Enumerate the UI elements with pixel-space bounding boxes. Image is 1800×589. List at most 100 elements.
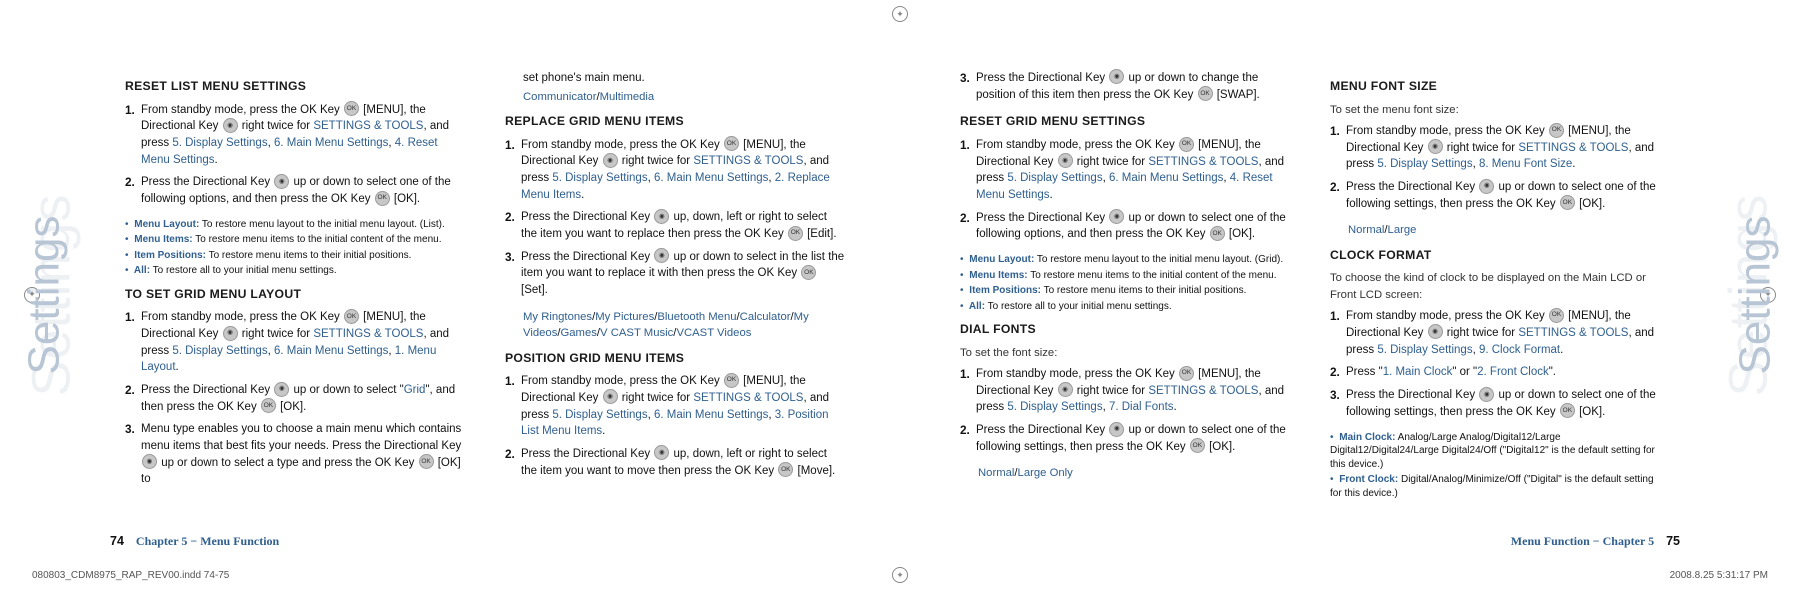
instruction-step: 2.Press the Directional Key ◉ up, down, … [505, 209, 845, 242]
instruction-step: 3.Menu type enables you to choose a main… [125, 421, 465, 488]
page-spread: SettingsSettingsRESET LIST MENU SETTINGS… [0, 0, 1800, 589]
directional-key-icon: ◉ [274, 382, 289, 397]
directional-key-icon: ◉ [274, 174, 289, 189]
instruction-step: 1.From standby mode, press the OK Key OK… [1330, 308, 1660, 358]
step-number: 1. [1330, 308, 1346, 325]
instruction-step: 2.Press the Directional Key ◉ up or down… [125, 174, 465, 207]
menu-path-link: 6. Main Menu Settings [654, 172, 768, 184]
instruction-step: 1.From standby mode, press the OK Key OK… [960, 366, 1290, 416]
ok-key-icon: OK [419, 454, 434, 469]
ok-key-icon: OK [344, 309, 359, 324]
menu-path-link: Grid [404, 384, 426, 396]
step-number: 2. [1330, 364, 1346, 381]
menu-path-link: 5. Display Settings [1007, 172, 1102, 184]
menu-path-link: SETTINGS & TOOLS [1148, 156, 1258, 168]
step-number: 1. [125, 309, 141, 326]
ok-key-icon: OK [261, 398, 276, 413]
ok-key-icon: OK [1560, 403, 1575, 418]
step-number: 2. [505, 446, 521, 463]
instruction-step: 1.From standby mode, press the OK Key OK… [125, 309, 465, 376]
option-bullet: • Front Clock: Digital/Analog/Minimize/O… [1330, 473, 1660, 500]
directional-key-icon: ◉ [654, 445, 669, 460]
instruction-step: 3.Press the Directional Key ◉ up or down… [960, 70, 1290, 103]
step-number: 3. [505, 249, 521, 266]
menu-path-link: 6. Main Menu Settings [654, 409, 768, 421]
instruction-list: 1.From standby mode, press the OK Key OK… [125, 102, 465, 208]
page-number: 75 [1666, 534, 1680, 548]
menu-path-link: 9. Clock Format [1479, 344, 1560, 356]
option-value: My Pictures [595, 311, 654, 323]
step-body: Menu type enables you to choose a main m… [141, 421, 465, 488]
option-values: Normal/Large [1348, 222, 1660, 238]
section-heading: TO SET GRID MENU LAYOUT [125, 286, 465, 304]
ok-key-icon: OK [1179, 366, 1194, 381]
directional-key-icon: ◉ [1109, 422, 1124, 437]
option-value: Games [560, 327, 596, 339]
bullet-dot-icon: • [125, 234, 129, 245]
bullet-text: To restore all to your initial menu sett… [985, 301, 1172, 312]
bullet-text: To restore menu layout to the initial me… [199, 219, 445, 230]
chapter-title: Menu Function − Chapter 5 [1511, 534, 1654, 548]
option-value: Multimedia [600, 91, 655, 103]
bullet-label: Main Clock: [1337, 432, 1396, 443]
directional-key-icon: ◉ [654, 209, 669, 224]
bullet-dot-icon: • [960, 285, 964, 296]
bullet-label: All: [132, 265, 151, 276]
bullet-dot-icon: • [125, 265, 129, 276]
option-bullet-list: • Menu Layout: To restore menu layout to… [960, 253, 1290, 313]
side-label: Settings [1731, 215, 1781, 374]
step-number: 1. [505, 373, 521, 390]
menu-path-link: SETTINGS & TOOLS [693, 392, 803, 404]
menu-path-link: 2. Front Clock [1477, 366, 1549, 378]
step-body: Press the Directional Key ◉ up or down t… [141, 174, 465, 207]
option-bullet-list: • Main Clock: Analog/Large Analog/Digita… [1330, 431, 1660, 501]
bullet-dot-icon: • [125, 219, 129, 230]
menu-path-link: SETTINGS & TOOLS [1148, 385, 1258, 397]
option-bullet: • Menu Layout: To restore menu layout to… [125, 218, 465, 232]
menu-path-link: SETTINGS & TOOLS [1518, 142, 1628, 154]
left-page: SettingsSettingsRESET LIST MENU SETTINGS… [0, 0, 900, 589]
option-bullet: • Menu Items: To restore menu items to t… [125, 233, 465, 247]
instruction-step: 3.Press the Directional Key ◉ up or down… [505, 249, 845, 299]
step-number: 3. [125, 421, 141, 438]
menu-path-link: 6. Main Menu Settings [274, 345, 388, 357]
option-value: V CAST Music [600, 327, 673, 339]
step-body: From standby mode, press the OK Key OK [… [1346, 123, 1660, 173]
option-bullet: • Item Positions: To restore menu items … [960, 284, 1290, 298]
print-timestamp: 2008.8.25 5:31:17 PM [1670, 570, 1768, 581]
instruction-list: 1.From standby mode, press the OK Key OK… [505, 137, 845, 299]
bullet-label: Menu Items: [967, 270, 1028, 281]
section-heading: MENU FONT SIZE [1330, 78, 1660, 96]
bullet-label: Item Positions: [967, 285, 1041, 296]
option-bullet: • All: To restore all to your initial me… [960, 300, 1290, 314]
directional-key-icon: ◉ [1109, 209, 1124, 224]
instruction-list: 1.From standby mode, press the OK Key OK… [960, 137, 1290, 243]
step-number: 2. [125, 382, 141, 399]
section-heading: RESET LIST MENU SETTINGS [125, 78, 465, 96]
bullet-dot-icon: • [125, 250, 129, 261]
instruction-step: 3.Press the Directional Key ◉ up or down… [1330, 387, 1660, 420]
chapter-title: Chapter 5 − Menu Function [136, 534, 279, 548]
option-value: VCAST Videos [676, 327, 751, 339]
instruction-step: 2.Press "1. Main Clock" or "2. Front Clo… [1330, 364, 1660, 381]
menu-path-link: 5. Display Settings [552, 172, 647, 184]
step-number: 3. [1330, 387, 1346, 404]
option-value: Normal [978, 467, 1014, 479]
bullet-label: All: [967, 301, 986, 312]
page-footer: Menu Function − Chapter 5 75 [1511, 534, 1680, 549]
right-page: SettingsSettings3.Press the Directional … [900, 0, 1800, 589]
directional-key-icon: ◉ [1109, 69, 1124, 84]
directional-key-icon: ◉ [603, 153, 618, 168]
ok-key-icon: OK [788, 226, 803, 241]
option-bullet: • Main Clock: Analog/Large Analog/Digita… [1330, 431, 1660, 472]
bullet-dot-icon: • [960, 301, 964, 312]
instruction-step: 2.Press the Directional Key ◉ up or down… [960, 422, 1290, 455]
option-value: Large Only [1018, 467, 1073, 479]
menu-path-link: 5. Display Settings [1007, 401, 1102, 413]
option-values: Communicator/Multimedia [523, 89, 845, 105]
instruction-list: 1.From standby mode, press the OK Key OK… [125, 309, 465, 488]
instruction-step: 2.Press the Directional Key ◉ up or down… [1330, 179, 1660, 212]
instruction-step: 1.From standby mode, press the OK Key OK… [1330, 123, 1660, 173]
step-body: From standby mode, press the OK Key OK [… [141, 309, 465, 376]
menu-path-link: 5. Display Settings [552, 409, 647, 421]
